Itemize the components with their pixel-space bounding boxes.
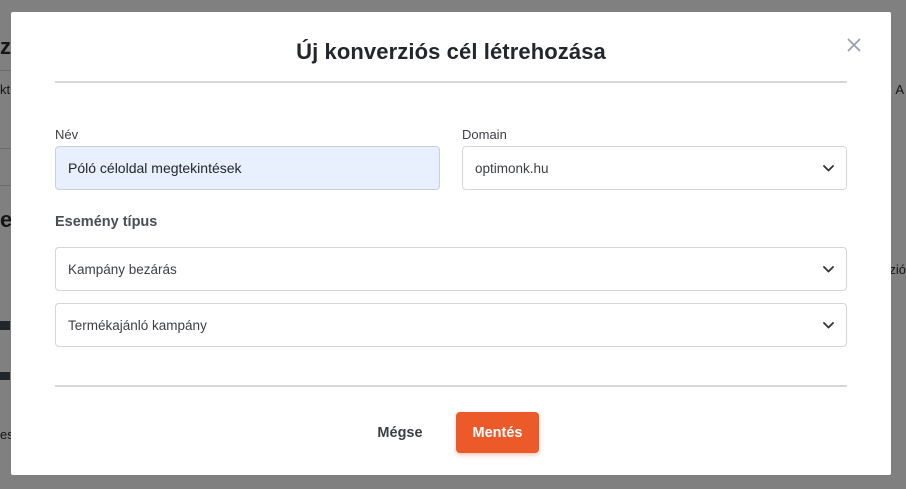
footer-divider xyxy=(55,385,847,387)
campaign-select[interactable]: Termékajánló kampány xyxy=(55,303,847,347)
chevron-down-icon xyxy=(822,319,834,331)
chevron-down-icon xyxy=(822,162,834,174)
chevron-down-icon xyxy=(822,263,834,275)
title-divider xyxy=(55,81,847,83)
domain-select[interactable]: optimonk.hu xyxy=(462,146,847,190)
campaign-select-value: Termékajánló kampány xyxy=(68,317,207,333)
event-type-select-value: Kampány bezárás xyxy=(68,261,177,277)
domain-label: Domain xyxy=(462,127,507,142)
cancel-button[interactable]: Mégse xyxy=(365,413,435,453)
domain-select-value: optimonk.hu xyxy=(475,160,549,176)
modal-title: Új konverziós cél létrehozása xyxy=(296,39,606,64)
name-input[interactable] xyxy=(55,146,440,190)
event-type-select[interactable]: Kampány bezárás xyxy=(55,247,847,291)
event-type-label: Esemény típus xyxy=(55,214,158,230)
save-button[interactable]: Mentés xyxy=(456,412,539,453)
create-conversion-goal-modal: Új konverziós cél létrehozása Név Domain… xyxy=(11,12,891,475)
name-label: Név xyxy=(55,127,79,142)
